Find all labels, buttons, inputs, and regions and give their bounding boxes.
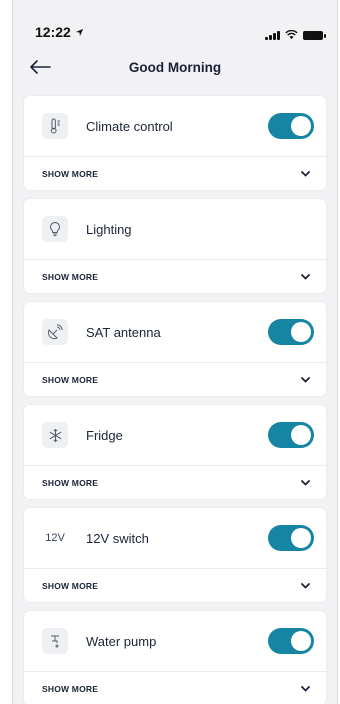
show-more-label: SHOW MORE: [42, 683, 99, 694]
status-bar: 12:22: [13, 0, 337, 46]
card-title: Fridge: [86, 427, 123, 443]
cellular-signal-icon: [265, 30, 280, 40]
card-title: Lighting: [86, 221, 132, 237]
toggle-knob: [291, 322, 311, 342]
card-title: Water pump: [86, 633, 157, 649]
chevron-down-icon: [300, 273, 310, 281]
show-more-label: SHOW MORE: [42, 271, 99, 282]
show-more-label: SHOW MORE: [42, 580, 99, 591]
device-card-sat-antenna: SAT antenna SHOW MORE: [24, 302, 326, 396]
card-header: Water pump: [24, 611, 326, 672]
show-more-label: SHOW MORE: [42, 374, 99, 385]
12v-label-icon: 12V: [42, 525, 68, 551]
card-title: 12V switch: [86, 530, 149, 546]
show-more-label: SHOW MORE: [42, 477, 99, 488]
show-more-button[interactable]: SHOW MORE: [24, 672, 326, 704]
chevron-down-icon: [300, 685, 310, 693]
card-header: Climate control: [24, 96, 326, 157]
device-card-12v-switch: 12V 12V switch SHOW MORE: [24, 508, 326, 602]
card-title: SAT antenna: [86, 324, 161, 340]
satellite-dish-icon: [42, 319, 68, 345]
nav-bar: Good Morning: [13, 46, 337, 88]
fridge-toggle[interactable]: [268, 422, 314, 448]
device-card-climate-control: Climate control SHOW MORE: [24, 96, 326, 190]
show-more-button[interactable]: SHOW MORE: [24, 466, 326, 499]
card-title: Climate control: [86, 118, 173, 134]
device-card-fridge: Fridge SHOW MORE: [24, 405, 326, 499]
snowflake-icon: [42, 422, 68, 448]
thermometer-icon: [42, 113, 68, 139]
battery-icon: [303, 30, 326, 40]
location-arrow-icon: [75, 28, 83, 36]
chevron-down-icon: [300, 170, 310, 178]
device-list: Climate control SHOW MORE Lighting SHOW …: [13, 88, 337, 704]
app-frame: 12:22 Good Morning Climate control SHOW …: [12, 0, 338, 704]
toggle-knob: [291, 528, 311, 548]
water-pump-toggle[interactable]: [268, 628, 314, 654]
show-more-button[interactable]: SHOW MORE: [24, 363, 326, 396]
toggle-knob: [291, 425, 311, 445]
back-button[interactable]: [27, 56, 53, 78]
status-indicators: [265, 30, 326, 40]
device-card-lighting: Lighting SHOW MORE: [24, 199, 326, 293]
card-header: SAT antenna: [24, 302, 326, 363]
back-arrow-icon: [30, 60, 51, 74]
card-header: Fridge: [24, 405, 326, 466]
card-header: Lighting: [24, 199, 326, 260]
chevron-down-icon: [300, 376, 310, 384]
12v-switch-toggle[interactable]: [268, 525, 314, 551]
chevron-down-icon: [300, 479, 310, 487]
show-more-button[interactable]: SHOW MORE: [24, 260, 326, 293]
page-title: Good Morning: [128, 59, 222, 75]
show-more-button[interactable]: SHOW MORE: [24, 569, 326, 602]
chevron-down-icon: [300, 582, 310, 590]
show-more-button[interactable]: SHOW MORE: [24, 157, 326, 190]
12v-icon-text: 12V: [45, 532, 65, 544]
wifi-icon: [285, 30, 298, 40]
toggle-knob: [291, 116, 311, 136]
status-time: 12:22: [35, 24, 84, 40]
sat-antenna-toggle[interactable]: [268, 319, 314, 345]
card-header: 12V 12V switch: [24, 508, 326, 569]
device-card-water-pump: Water pump SHOW MORE: [24, 611, 326, 704]
lightbulb-icon: [42, 216, 68, 242]
show-more-label: SHOW MORE: [42, 168, 99, 179]
status-time-text: 12:22: [35, 24, 71, 40]
climate-control-toggle[interactable]: [268, 113, 314, 139]
faucet-icon: [42, 628, 68, 654]
toggle-knob: [291, 631, 311, 651]
